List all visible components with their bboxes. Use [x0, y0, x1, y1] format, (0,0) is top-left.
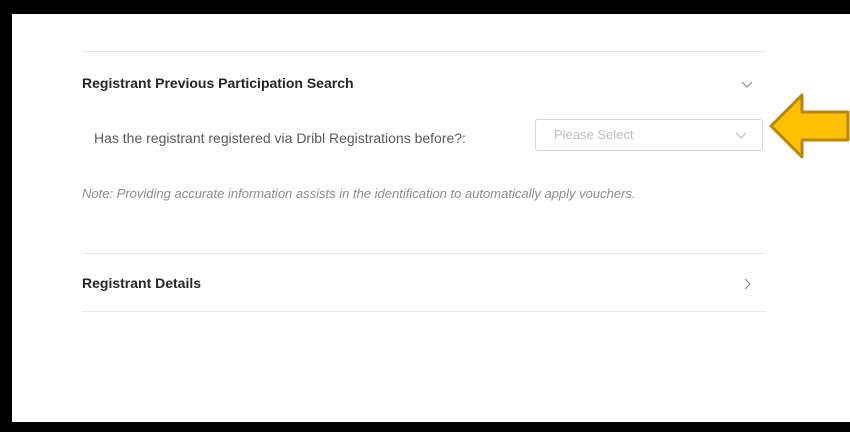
registered-before-label: Has the registrant registered via Dribl …: [94, 130, 466, 146]
section-title-previous-participation: Registrant Previous Participation Search: [82, 75, 354, 91]
bottom-divider: [82, 311, 766, 312]
registered-before-select[interactable]: Please Select: [535, 119, 763, 151]
chevron-down-icon: [735, 132, 747, 139]
chevron-right-icon[interactable]: [740, 277, 754, 291]
voucher-note: Note: Providing accurate information ass…: [82, 186, 636, 201]
form-panel: Registrant Previous Participation Search…: [12, 14, 850, 422]
arrow-left-icon: [769, 93, 850, 159]
top-divider: [82, 51, 766, 52]
select-placeholder: Please Select: [554, 127, 634, 142]
section-divider: [82, 253, 766, 254]
chevron-down-icon[interactable]: [740, 77, 754, 91]
section-title-registrant-details: Registrant Details: [82, 275, 202, 291]
